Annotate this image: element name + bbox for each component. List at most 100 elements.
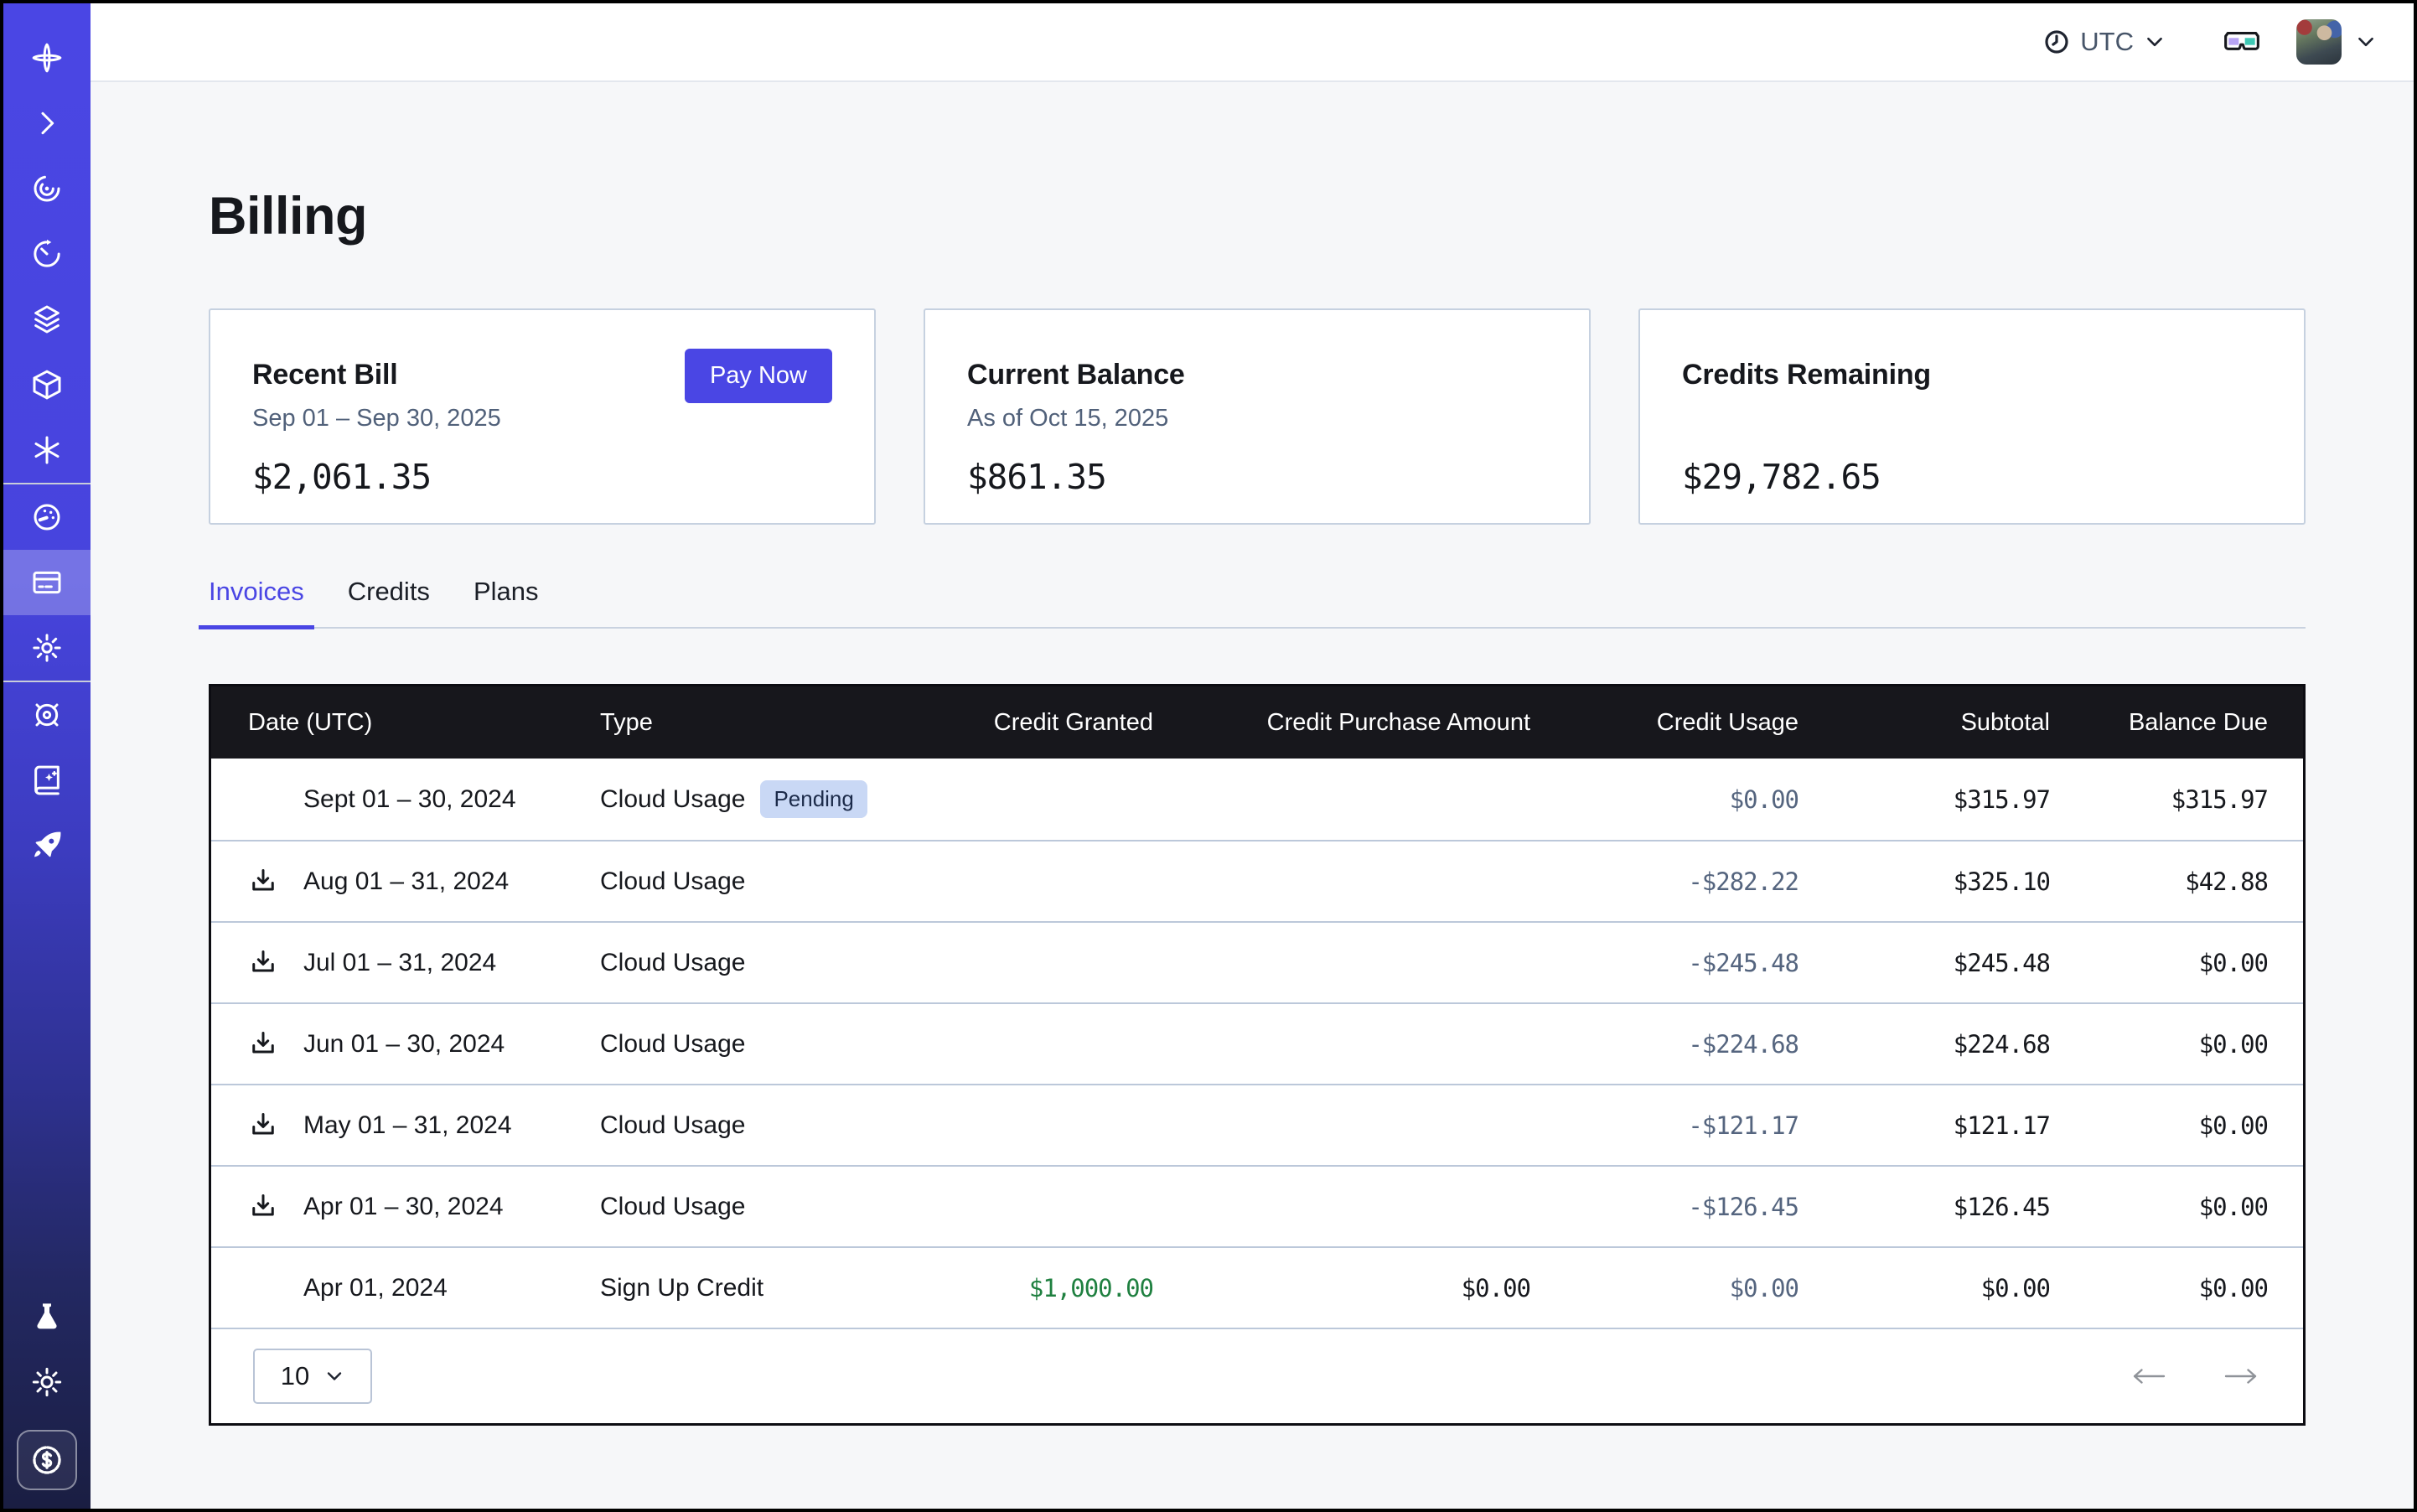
sidebar xyxy=(3,3,91,1509)
download-icon xyxy=(248,1192,278,1222)
book-sparkle-icon xyxy=(30,764,64,797)
table-row: Aug 01 – 31, 2024 Cloud Usage -$282.22 $… xyxy=(211,840,2303,921)
tab-plans[interactable]: Plans xyxy=(463,577,549,627)
column-header: Credit Purchase Amount xyxy=(1153,709,1530,737)
card-subtitle: As of Oct 15, 2025 xyxy=(967,405,1547,435)
download-icon xyxy=(248,867,278,897)
billing-tabs: InvoicesCreditsPlans xyxy=(209,577,2306,629)
sidebar-item-monitor[interactable] xyxy=(3,156,91,221)
rocket-icon xyxy=(30,829,64,862)
sidebar-item-support[interactable] xyxy=(3,682,91,748)
invoice-date: Sept 01 – 30, 2024 xyxy=(303,785,516,814)
sidebar-item-getting-started[interactable] xyxy=(3,813,91,878)
sidebar-item-theme-toggle[interactable] xyxy=(3,1349,91,1415)
clock-icon xyxy=(2043,28,2070,55)
subtotal-value: $0.00 xyxy=(1799,1274,2050,1302)
sidebar-item-history[interactable] xyxy=(3,221,91,287)
download-icon xyxy=(248,1111,278,1141)
invoice-table-header: Date (UTC)TypeCredit GrantedCredit Purch… xyxy=(211,686,2303,759)
table-row: Apr 01, 2024 Sign Up Credit $1,000.00 $0… xyxy=(211,1246,2303,1328)
content-column: UTC Billing Recent Bill Sep 01 – Sep 30,… xyxy=(91,3,2414,1509)
sidebar-bottom-group xyxy=(3,1284,91,1509)
flask-icon xyxy=(30,1300,64,1333)
app-window: UTC Billing Recent Bill Sep 01 – Sep 30,… xyxy=(0,0,2417,1512)
sidebar-item-billing[interactable] xyxy=(3,550,91,615)
chevron-down-icon[interactable] xyxy=(2355,31,2377,53)
credit-usage-value: $0.00 xyxy=(1530,1274,1799,1302)
credit-usage-value: -$126.45 xyxy=(1530,1193,1799,1221)
credit-usage-value: $0.00 xyxy=(1530,785,1799,814)
asterisk-icon xyxy=(30,433,64,467)
sidebar-item-docs[interactable] xyxy=(3,748,91,813)
3d-glasses-icon xyxy=(2223,28,2261,55)
invoice-type: Sign Up Credit xyxy=(600,1274,763,1302)
balance-due-value: $0.00 xyxy=(2050,949,2268,977)
invoice-type: Cloud Usage xyxy=(600,1030,745,1059)
invoice-type: Cloud Usage xyxy=(600,949,745,977)
page-size-select[interactable]: 10 xyxy=(253,1349,372,1404)
credit-card-icon xyxy=(30,566,64,599)
view-mode-button[interactable] xyxy=(2223,28,2261,55)
avatar[interactable] xyxy=(2296,19,2342,65)
download-invoice-button[interactable] xyxy=(248,948,292,978)
download-icon xyxy=(248,948,278,978)
table-row: Jun 01 – 30, 2024 Cloud Usage -$224.68 $… xyxy=(211,1002,2303,1084)
balance-due-value: $42.88 xyxy=(2050,867,2268,896)
subtotal-value: $224.68 xyxy=(1799,1030,2050,1059)
sidebar-item-layers[interactable] xyxy=(3,287,91,352)
subtotal-value: $325.10 xyxy=(1799,867,2050,896)
gauge-icon xyxy=(30,500,64,534)
download-invoice-button[interactable] xyxy=(248,867,292,897)
sidebar-item-labs[interactable] xyxy=(3,1284,91,1349)
dollar-badge-icon xyxy=(28,1442,65,1478)
credits-remaining-card: Credits Remaining $29,782.65 xyxy=(1638,308,2306,525)
timezone-label: UTC xyxy=(2080,27,2134,57)
download-invoice-button[interactable] xyxy=(248,1029,292,1059)
invoice-type: Cloud Usage xyxy=(600,1111,745,1140)
invoice-type: Cloud Usage xyxy=(600,785,745,814)
chevron-right-icon xyxy=(30,106,64,140)
column-header: Date (UTC) xyxy=(248,709,600,737)
subtotal-value: $315.97 xyxy=(1799,785,2050,814)
layers-icon xyxy=(30,303,64,336)
table-row: Jul 01 – 31, 2024 Cloud Usage -$245.48 $… xyxy=(211,921,2303,1002)
download-invoice-button[interactable] xyxy=(248,1192,292,1222)
page-title: Billing xyxy=(209,186,2306,246)
subtotal-value: $126.45 xyxy=(1799,1193,2050,1221)
invoice-type: Cloud Usage xyxy=(600,1193,745,1221)
credit-usage-value: -$224.68 xyxy=(1530,1030,1799,1059)
gear-icon xyxy=(30,631,64,665)
sidebar-item-containers[interactable] xyxy=(3,352,91,417)
sidebar-item-collapse[interactable] xyxy=(3,91,91,156)
column-header: Balance Due xyxy=(2050,709,2268,737)
tab-credits[interactable]: Credits xyxy=(338,577,440,627)
prev-page-icon[interactable] xyxy=(2129,1364,2169,1389)
billing-page: Billing Recent Bill Sep 01 – Sep 30, 202… xyxy=(91,82,2414,1509)
download-icon xyxy=(248,1029,278,1059)
timezone-selector[interactable]: UTC xyxy=(2043,27,2166,57)
sidebar-item-services[interactable] xyxy=(3,417,91,483)
next-page-icon[interactable] xyxy=(2221,1364,2261,1389)
invoices-table: Date (UTC)TypeCredit GrantedCredit Purch… xyxy=(209,684,2306,1426)
sidebar-item-home[interactable] xyxy=(3,25,91,91)
recent-bill-card: Recent Bill Sep 01 – Sep 30, 2025 $2,061… xyxy=(209,308,876,525)
spiral-scan-icon xyxy=(30,172,64,205)
subtotal-value: $121.17 xyxy=(1799,1111,2050,1140)
credit-usage-value: -$245.48 xyxy=(1530,949,1799,977)
recent-bill-amount: $2,061.35 xyxy=(252,457,832,497)
topbar: UTC xyxy=(91,3,2414,82)
table-row: Apr 01 – 30, 2024 Cloud Usage -$126.45 $… xyxy=(211,1165,2303,1246)
balance-due-value: $0.00 xyxy=(2050,1274,2268,1302)
credits-rewards-button[interactable] xyxy=(17,1430,77,1490)
sidebar-item-usage[interactable] xyxy=(3,484,91,550)
balance-due-value: $0.00 xyxy=(2050,1193,2268,1221)
chevron-down-icon xyxy=(2144,31,2166,53)
chevron-down-icon xyxy=(324,1366,344,1386)
column-header: Type xyxy=(600,709,919,737)
status-badge: Pending xyxy=(760,780,867,818)
current-balance-amount: $861.35 xyxy=(967,457,1547,497)
sidebar-item-settings[interactable] xyxy=(3,615,91,681)
tab-invoices[interactable]: Invoices xyxy=(199,577,314,627)
pay-now-button[interactable]: Pay Now xyxy=(685,349,832,403)
download-invoice-button[interactable] xyxy=(248,1111,292,1141)
